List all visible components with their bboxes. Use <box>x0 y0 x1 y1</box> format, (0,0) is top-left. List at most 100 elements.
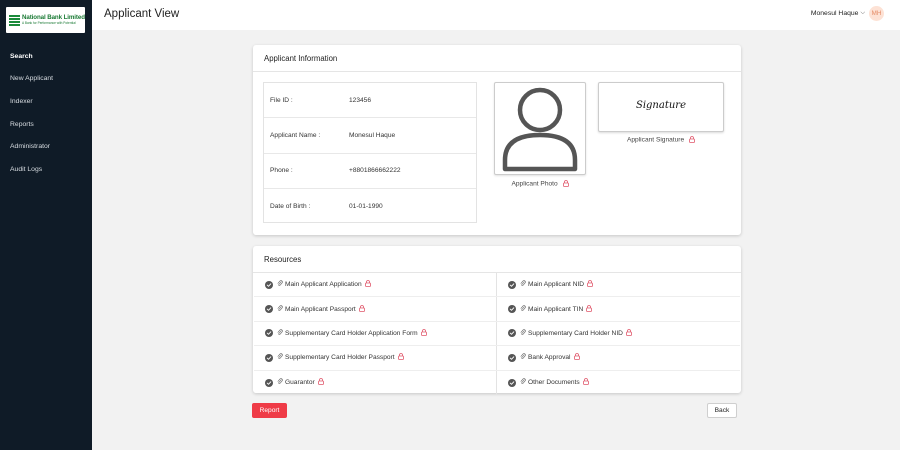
lock-icon[interactable] <box>420 329 427 338</box>
resource-item[interactable]: Guarantor <box>254 370 497 395</box>
paperclip-icon <box>277 329 283 338</box>
resource-item[interactable]: Supplementary Card Holder Application Fo… <box>254 321 497 346</box>
paperclip-icon <box>520 329 526 338</box>
resource-item[interactable]: Other Documents <box>497 371 740 395</box>
check-circle-icon <box>508 305 516 314</box>
applicant-signature-label: Applicant Signature <box>626 136 685 144</box>
info-separator: : <box>290 167 293 175</box>
check-circle-icon <box>265 329 273 338</box>
info-label: Phone <box>270 167 290 175</box>
resource-name[interactable]: Other Documents <box>528 379 580 386</box>
top-header: Applicant View Monesul Haque ⌵ MH <box>92 0 900 30</box>
info-row-phone: Phone : +8801866662222 <box>264 154 476 189</box>
info-row-applicant-name: Applicant Name : Monesul Haque <box>264 118 476 154</box>
paperclip-icon <box>520 378 526 387</box>
sidebar-item-administrator[interactable]: Administrator <box>0 135 92 158</box>
resource-name[interactable]: Supplementary Card Holder Passport <box>285 354 395 361</box>
report-button[interactable]: Report <box>252 403 287 418</box>
paperclip-icon <box>520 353 526 362</box>
applicant-signature-caption: Applicant Signature <box>598 136 724 143</box>
lock-icon[interactable] <box>689 136 695 143</box>
resource-item[interactable]: Main Applicant NID <box>497 273 740 296</box>
lock-icon[interactable] <box>358 304 365 314</box>
check-circle-icon <box>265 353 273 362</box>
check-circle-icon <box>265 378 273 387</box>
signature-image: Signature <box>635 99 686 111</box>
info-row-file-id: File ID : 123456 <box>264 83 476 119</box>
applicant-photo-label: Applicant Photo <box>511 180 558 188</box>
lock-icon[interactable] <box>562 180 569 187</box>
check-circle-icon <box>508 353 516 362</box>
sidebar-item-indexer[interactable]: Indexer <box>0 90 92 113</box>
resource-row: Guarantor Other Documents <box>254 370 740 395</box>
bank-logo[interactable]: National Bank Limited A Bank for Perform… <box>6 7 85 33</box>
resource-item[interactable]: Bank Approval <box>497 346 740 369</box>
info-separator: : <box>290 96 293 104</box>
sidebar-item-reports[interactable]: Reports <box>0 113 92 136</box>
sidebar-item-audit-logs[interactable]: Audit Logs <box>0 158 92 181</box>
resources-heading: Resources <box>253 246 741 273</box>
check-circle-icon <box>265 305 273 314</box>
user-silhouette-icon <box>502 87 578 172</box>
resource-name[interactable]: Main Applicant TIN <box>528 306 583 313</box>
paperclip-icon <box>277 378 283 387</box>
resource-name[interactable]: Supplementary Card Holder NID <box>528 330 623 337</box>
resource-name[interactable]: Supplementary Card Holder Application Fo… <box>285 330 418 337</box>
info-value: +8801866662222 <box>349 167 401 175</box>
resource-row: Supplementary Card Holder Passport Bank A… <box>254 346 740 371</box>
user-name: Monesul Haque <box>810 10 859 17</box>
logo-mark-icon <box>9 14 20 26</box>
applicant-photo-caption: Applicant Photo <box>494 180 586 187</box>
resource-item[interactable]: Main Applicant Application <box>254 273 497 297</box>
resource-item[interactable]: Main Applicant Passport <box>254 297 497 321</box>
resources-card: Resources Main Applicant Application Main… <box>253 246 741 395</box>
info-separator: : <box>308 202 311 210</box>
sidebar-item-search[interactable]: Search <box>0 45 92 68</box>
resource-row: Main Applicant Passport Main Applicant TI… <box>254 297 740 322</box>
lock-icon[interactable] <box>586 304 593 314</box>
paperclip-icon <box>520 304 526 314</box>
resource-name[interactable]: Bank Approval <box>528 354 571 361</box>
info-separator: : <box>318 131 321 139</box>
info-label: Date of Birth <box>270 202 307 210</box>
lock-icon[interactable] <box>587 280 593 289</box>
back-button[interactable]: Back <box>707 403 737 418</box>
applicant-signature[interactable]: Signature <box>598 82 724 132</box>
paperclip-icon <box>277 280 283 289</box>
check-circle-icon <box>508 378 516 387</box>
avatar: MH <box>869 6 884 21</box>
resource-item[interactable]: Main Applicant TIN <box>497 297 740 320</box>
paperclip-icon <box>277 304 283 314</box>
check-circle-icon <box>265 280 273 289</box>
resource-item[interactable]: Supplementary Card Holder NID <box>497 322 740 345</box>
resource-item[interactable]: Supplementary Card Holder Passport <box>254 346 497 370</box>
resource-name[interactable]: Main Applicant Application <box>285 281 362 288</box>
resource-row: Main Applicant Application Main Applicant… <box>254 273 740 298</box>
resource-name[interactable]: Main Applicant NID <box>528 281 584 288</box>
info-value: Monesul Haque <box>349 131 396 139</box>
page-title: Applicant View <box>104 8 180 20</box>
paperclip-icon <box>520 280 526 289</box>
applicant-information-card: Applicant Information File ID : 123456 A… <box>253 45 741 235</box>
chevron-down-icon: ⌵ <box>860 10 865 16</box>
lock-icon[interactable] <box>364 280 371 289</box>
paperclip-icon <box>277 353 283 362</box>
lock-icon[interactable] <box>317 378 324 387</box>
check-circle-icon <box>508 329 516 338</box>
sidebar-item-new-applicant[interactable]: New Applicant <box>0 68 92 91</box>
logo-tagline: A Bank for Performance with Potential <box>22 21 76 25</box>
info-label: File ID <box>270 96 290 104</box>
user-menu[interactable]: Monesul Haque ⌵ MH <box>811 6 884 21</box>
info-value: 123456 <box>349 96 372 104</box>
lock-icon[interactable] <box>397 353 404 362</box>
resource-name[interactable]: Main Applicant Passport <box>285 306 356 313</box>
sidebar: National Bank Limited A Bank for Perform… <box>0 0 92 450</box>
resource-name[interactable]: Guarantor <box>285 379 315 386</box>
lock-icon[interactable] <box>582 378 589 387</box>
lock-icon[interactable] <box>573 353 580 362</box>
applicant-photo[interactable] <box>494 82 586 175</box>
lock-icon[interactable] <box>626 329 632 338</box>
info-label: Applicant Name <box>270 131 317 139</box>
check-circle-icon <box>508 280 516 289</box>
applicant-info-table: File ID : 123456 Applicant Name : Monesu… <box>263 82 477 223</box>
